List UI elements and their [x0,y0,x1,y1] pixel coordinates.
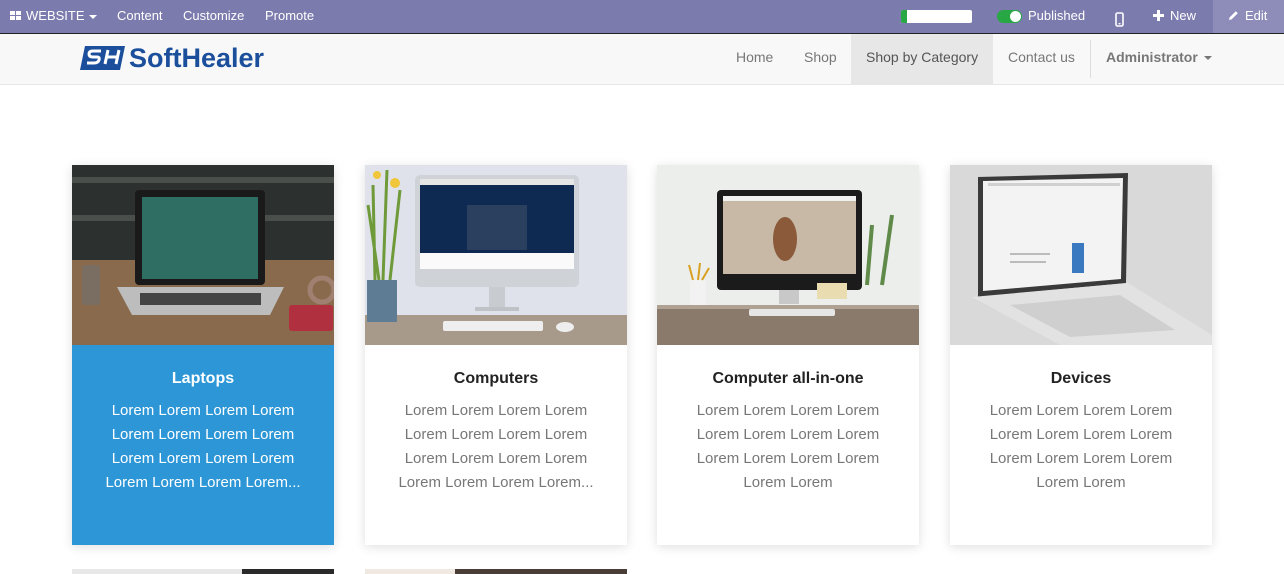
description-line: Lorem Lorem Lorem Lorem [696,402,880,419]
customize-menu[interactable]: Customize [183,0,244,33]
caret-down-icon [1203,56,1212,61]
site-header: SoftHealer Home Shop Shop by Category Co… [0,34,1284,85]
editor-toolbar: WEBSITE Content Customize Promote Publis… [0,0,1284,33]
toggle-knob [1010,11,1021,22]
nav-divider [1090,40,1091,78]
new-button-label: New [1170,8,1197,23]
mobile-icon [1115,12,1124,27]
nav-shop-by-category[interactable]: Shop by Category [851,34,993,84]
logo-text: SoftHealer [129,43,265,73]
description-line: Lorem Lorem Lorem Lorem... [105,474,301,491]
category-title: Computers [453,370,539,387]
description-line: Lorem Lorem Lorem Lorem [989,426,1173,443]
category-title: Devices [1050,370,1112,387]
caret-down-icon [88,14,97,19]
category-card-peek[interactable] [365,565,627,574]
published-toggle[interactable] [997,10,1022,23]
category-image-devices [950,165,1212,345]
softhealer-logo[interactable]: SoftHealer [79,43,284,73]
category-card-computers[interactable]: Computers Lorem Lorem Lorem Lorem Lorem … [365,165,627,545]
category-title: Laptops [171,370,235,387]
category-card-computer-all-in-one[interactable]: Computer all-in-one Lorem Lorem Lorem Lo… [657,165,919,545]
nav-home[interactable]: Home [721,34,788,84]
description-line: Lorem Lorem Lorem Lorem [111,402,295,419]
description-line: Lorem Lorem [743,474,833,491]
description-line: Lorem Lorem Lorem Lorem [111,450,295,467]
user-menu-label: Administrator [1106,49,1198,65]
nav-contact-us[interactable]: Contact us [993,34,1090,84]
category-description: Lorem Lorem Lorem Lorem Lorem Lorem Lore… [980,399,1182,495]
category-card-devices[interactable]: Devices Lorem Lorem Lorem Lorem Lorem Lo… [950,165,1212,545]
progress-fill [901,10,907,23]
edit-button-content: Edit [1228,0,1267,33]
description-line: Lorem Lorem Lorem Lorem [404,450,588,467]
edit-button[interactable]: Edit [1213,0,1284,33]
pencil-icon [1229,11,1238,20]
category-image-computer-all-in-one [657,165,919,345]
website-menu-label: WEBSITE [26,8,85,23]
edit-button-label: Edit [1245,8,1268,23]
user-menu[interactable]: Administrator [1106,34,1212,84]
category-card-laptops[interactable]: Laptops Lorem Lorem Lorem Lorem Lorem Lo… [72,165,334,545]
logo-mark: SoftHealer [80,43,265,73]
nav-shop[interactable]: Shop [788,34,853,84]
promote-menu[interactable]: Promote [265,0,314,33]
description-line: Lorem Lorem Lorem Lorem [989,450,1173,467]
mobile-preview-button[interactable] [1115,7,1124,27]
website-menu[interactable]: WEBSITE [10,0,97,33]
description-line: Lorem Lorem Lorem Lorem [111,426,295,443]
grid-icon [10,11,22,21]
description-line: Lorem Lorem Lorem Lorem... [398,474,594,491]
description-line: Lorem Lorem Lorem Lorem [696,426,880,443]
description-line: Lorem Lorem Lorem Lorem [989,402,1173,419]
new-button[interactable]: New [1153,0,1196,33]
description-line: Lorem Lorem Lorem Lorem [404,402,588,419]
category-image-computers [365,165,627,345]
category-description: Lorem Lorem Lorem Lorem Lorem Lorem Lore… [102,399,304,495]
category-description: Lorem Lorem Lorem Lorem Lorem Lorem Lore… [687,399,889,495]
published-label[interactable]: Published [1028,0,1085,33]
category-description: Lorem Lorem Lorem Lorem Lorem Lorem Lore… [395,399,597,495]
description-line: Lorem Lorem Lorem Lorem [696,450,880,467]
seo-progress-bar[interactable] [901,10,972,23]
content-menu[interactable]: Content [117,0,163,33]
description-line: Lorem Lorem [1036,474,1126,491]
category-image-laptops [72,165,334,345]
category-card-peek[interactable] [72,565,334,574]
description-line: Lorem Lorem Lorem Lorem [404,426,588,443]
category-title: Computer all-in-one [712,370,864,387]
plus-icon [1153,10,1164,21]
